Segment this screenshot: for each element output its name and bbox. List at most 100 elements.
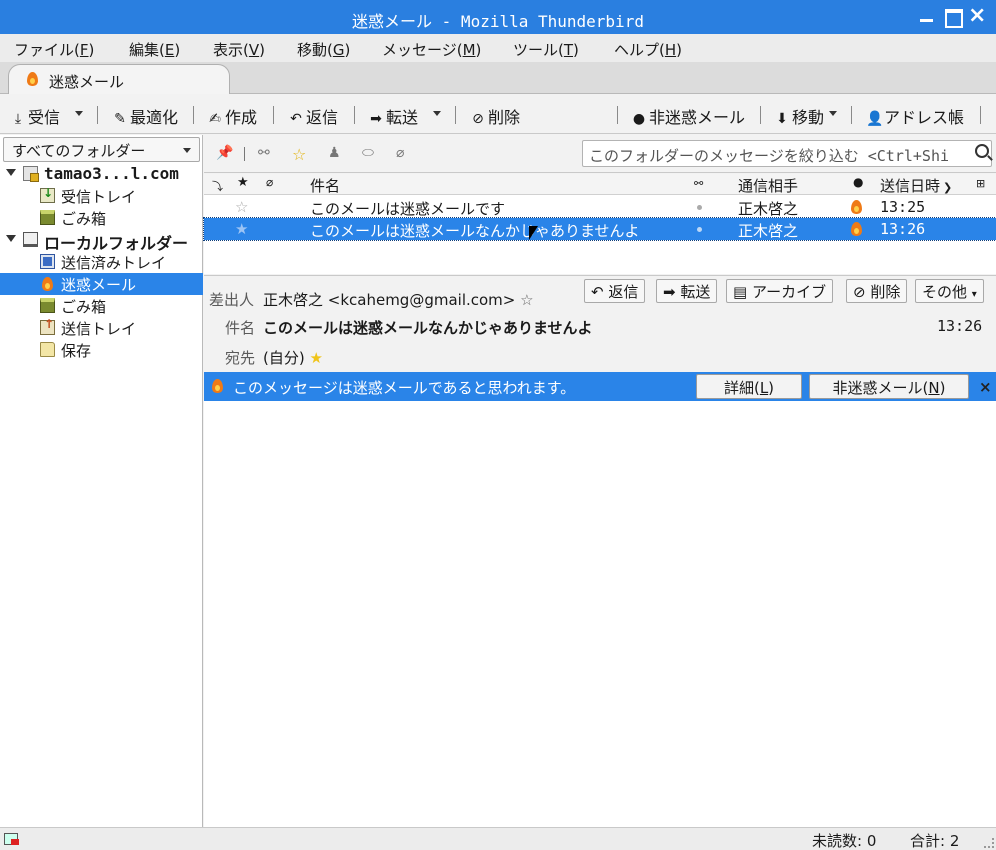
twisty-icon[interactable] [6, 169, 16, 176]
delete-button[interactable]: ⊘ 削除 [470, 104, 520, 128]
unread-filter-icon[interactable]: ⚯ [258, 145, 270, 161]
toolbar-separator [980, 106, 981, 124]
menu-tools[interactable]: ツール(T) [513, 39, 579, 60]
star-icon[interactable]: ★ [310, 349, 323, 367]
maximize-icon[interactable] [943, 7, 963, 28]
menu-view-end: ) [259, 41, 265, 59]
read-status-icon[interactable] [697, 227, 702, 232]
twisty-icon[interactable] [6, 235, 16, 242]
folder-sent[interactable]: 送信済みトレイ [0, 251, 203, 273]
junk-column-icon[interactable]: ● [853, 175, 863, 189]
header-forward-button[interactable]: ➡ 転送 [656, 279, 718, 303]
folder-archive[interactable]: 保存 [0, 339, 203, 361]
chevron-down-icon: ▾ [971, 289, 977, 300]
offline-status-icon[interactable] [4, 833, 19, 845]
tab-junk[interactable]: 迷惑メール [8, 64, 230, 95]
date-column-label: 送信日時 [880, 177, 941, 195]
menu-edit[interactable]: 編集(E) [129, 39, 180, 60]
address-book-label: アドレス帳 [884, 108, 965, 127]
message-date: 13:25 [880, 198, 926, 216]
star-icon[interactable]: ☆ [520, 291, 533, 309]
read-status-icon[interactable] [697, 205, 702, 210]
star-filter-icon[interactable]: ☆ [292, 145, 306, 164]
optimize-button[interactable]: ✎ 最適化 [112, 104, 178, 128]
quick-filter-input[interactable]: このフォルダーのメッセージを絞り込む <Ctrl+Shi [582, 140, 992, 167]
attachment-column-icon[interactable]: ⌀ [266, 175, 273, 189]
subject-column-header[interactable]: 件名 [310, 175, 340, 196]
menu-edit-key: E [164, 41, 175, 59]
menu-file-label: ファイル( [14, 41, 80, 59]
get-mail-button[interactable]: ⤓ 受信 [10, 104, 60, 128]
details-button[interactable]: 詳細(L) [696, 374, 802, 399]
from-value[interactable]: 正木啓之 <kcahemg@gmail.com> ☆ [263, 289, 534, 310]
forward-label: 転送 [386, 108, 419, 127]
flame-icon[interactable] [851, 200, 862, 214]
star-icon[interactable]: ★ [235, 220, 248, 238]
column-picker-icon[interactable]: ⊞ [976, 177, 985, 190]
minimize-icon[interactable] [918, 7, 936, 25]
folder-trash[interactable]: ごみ箱 [0, 207, 203, 229]
folder-local[interactable]: ローカルフォルダー [0, 229, 203, 253]
flame-icon[interactable] [851, 222, 862, 236]
header-delete-button[interactable]: ⊘ 削除 [846, 279, 908, 303]
menu-go[interactable]: 移動(G) [297, 39, 350, 60]
not-junk-bar-button[interactable]: 非迷惑メール(N) [809, 374, 969, 399]
folder-inbox[interactable]: 受信トレイ [0, 185, 203, 207]
flame-icon [27, 72, 38, 86]
tag-filter-icon[interactable]: ⬭ [362, 145, 374, 161]
to-value[interactable]: (自分) ★ [263, 347, 323, 368]
attachment-filter-icon[interactable]: ⌀ [396, 145, 404, 161]
folder-view-select[interactable]: すべてのフォルダー [3, 137, 200, 162]
header-archive-button[interactable]: ▤ アーカイブ [726, 279, 834, 303]
to-label: 宛先 [225, 349, 256, 367]
toolbar-separator [851, 106, 852, 124]
menu-file[interactable]: ファイル(F) [14, 39, 94, 60]
reply-button[interactable]: ↶ 返信 [288, 104, 338, 128]
menu-help[interactable]: ヘルプ(H) [614, 39, 682, 60]
status-bar: 未読数: 0 合計: 2 [0, 827, 996, 850]
get-mail-dropdown-icon[interactable] [75, 111, 83, 116]
message-body[interactable] [204, 401, 996, 827]
move-button[interactable]: ⬇ 移動 [774, 104, 824, 128]
details-end: ) [768, 379, 775, 397]
menu-view[interactable]: 表示(V) [213, 39, 265, 60]
header-other-button[interactable]: その他 ▾ [915, 279, 984, 303]
forward-button[interactable]: ➡ 転送 [368, 104, 418, 128]
message-subject: このメールは迷惑メールなんかじゃありませんよ [310, 222, 640, 240]
correspondent-column-header[interactable]: 通信相手 [738, 175, 798, 196]
folder-trash-local[interactable]: ごみ箱 [0, 295, 203, 317]
trash-icon [40, 210, 55, 225]
not-junk-button[interactable]: ● 非迷惑メール [631, 104, 745, 128]
date-column-header[interactable]: 送信日時 ❯ [880, 175, 952, 196]
forward-dropdown-icon[interactable] [433, 111, 441, 116]
message-row[interactable]: ★ このメールは迷惑メールなんかじゃありませんよ 正木啓之 13:26 [203, 217, 996, 241]
person-icon: 👤 [866, 111, 884, 127]
trash-icon [40, 298, 55, 313]
star-icon[interactable]: ☆ [235, 198, 248, 216]
thread-column-icon[interactable]: ⤵ [212, 178, 223, 194]
folder-label: 迷惑メール [61, 276, 137, 294]
contact-filter-icon[interactable]: ♟ [328, 145, 341, 161]
resize-grip[interactable] [984, 838, 994, 848]
move-label: 移動 [792, 108, 825, 127]
message-row[interactable]: ☆ このメールは迷惑メールです 正木啓之 13:25 [204, 196, 996, 218]
download-icon: ⤓ [14, 111, 22, 127]
close-icon[interactable]: × [968, 5, 986, 27]
folder-account[interactable]: tamao3...l.com [0, 163, 203, 185]
read-column-icon[interactable]: ⚯ [694, 177, 703, 190]
menu-message[interactable]: メッセージ(M) [382, 39, 481, 60]
folder-junk[interactable]: 迷惑メール [0, 273, 203, 295]
move-dropdown-icon[interactable] [829, 111, 837, 116]
pin-icon[interactable]: 📌 [216, 145, 233, 161]
not-junk-bar-label: 非迷惑メール( [832, 379, 929, 397]
compose-button[interactable]: ✍ 作成 [207, 104, 257, 128]
toolbar-separator [617, 106, 618, 124]
star-column-icon[interactable]: ★ [237, 175, 249, 190]
header-reply-button[interactable]: ↶ 返信 [584, 279, 646, 303]
menu-go-label: 移動( [297, 41, 333, 59]
menu-bar: ファイル(F) 編集(E) 表示(V) 移動(G) メッセージ(M) ツール(T… [0, 34, 996, 62]
address-book-button[interactable]: 👤アドレス帳 [866, 104, 964, 128]
close-icon[interactable]: × [979, 378, 992, 396]
folder-outbox[interactable]: 送信トレイ [0, 317, 203, 339]
menu-message-label: メッセージ( [382, 41, 463, 59]
